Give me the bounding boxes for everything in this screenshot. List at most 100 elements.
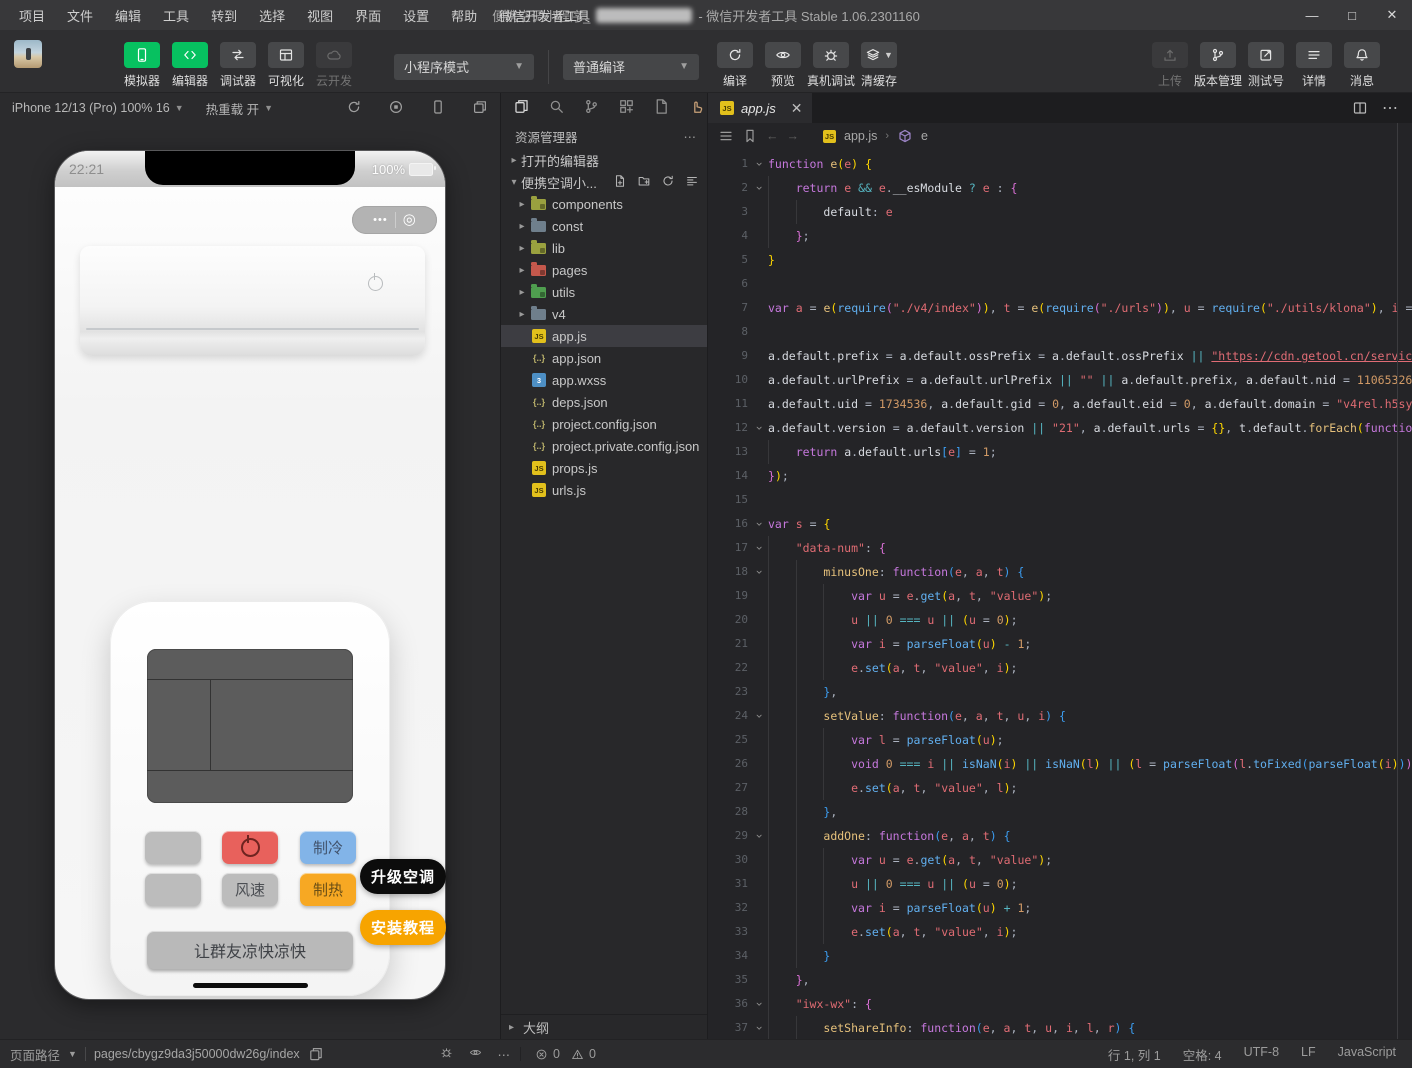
toolbar-button-模拟器[interactable]: 模拟器 bbox=[118, 33, 166, 89]
fold-chevron-icon[interactable]: › bbox=[751, 992, 768, 1016]
bookmark-icon[interactable] bbox=[742, 128, 758, 144]
code-line[interactable]: 16›var s = { bbox=[708, 512, 1412, 536]
search-icon[interactable] bbox=[548, 98, 566, 118]
code-line[interactable]: 32 var i = parseFloat(u) + 1; bbox=[708, 896, 1412, 920]
float-button-安装教程[interactable]: 安装教程 bbox=[360, 910, 446, 945]
menu-item[interactable]: 文件 bbox=[58, 3, 102, 28]
toolbar-button-调试器[interactable]: 调试器 bbox=[214, 33, 262, 89]
mini-program-mode-select[interactable]: 小程序模式▼ bbox=[394, 54, 534, 80]
code-line[interactable]: 12›a.default.version = a.default.version… bbox=[708, 416, 1412, 440]
code-line[interactable]: 20 u || 0 === u || (u = 0); bbox=[708, 608, 1412, 632]
tree-folder-pages[interactable]: ▸pages bbox=[501, 259, 707, 281]
code-line[interactable]: 6 bbox=[708, 272, 1412, 296]
code-line[interactable]: 3 default: e bbox=[708, 200, 1412, 224]
page-path-label[interactable]: 页面路径 bbox=[10, 1045, 60, 1064]
toolbar-button-编辑器[interactable]: 编辑器 bbox=[166, 33, 214, 89]
close-button[interactable]: ✕ bbox=[1372, 0, 1412, 30]
menu-item[interactable]: 设置 bbox=[394, 3, 438, 28]
new-folder-icon[interactable] bbox=[637, 174, 651, 191]
code-line[interactable]: 4 }; bbox=[708, 224, 1412, 248]
compile-mode-select[interactable]: 普通编译▼ bbox=[563, 54, 699, 80]
toolbar-button-可视化[interactable]: 可视化 bbox=[262, 33, 310, 89]
collapse-icon[interactable] bbox=[685, 174, 699, 191]
fold-chevron-icon[interactable]: › bbox=[751, 824, 768, 848]
fold-chevron-icon[interactable]: › bbox=[751, 512, 768, 536]
code-line[interactable]: 33 e.set(a, t, "value", i); bbox=[708, 920, 1412, 944]
code-line[interactable]: 5} bbox=[708, 248, 1412, 272]
code-line[interactable]: 11a.default.uid = 1734536, a.default.gid… bbox=[708, 392, 1412, 416]
more-icon[interactable]: ⋯ bbox=[1382, 98, 1398, 118]
tree-folder-utils[interactable]: ▸utils bbox=[501, 281, 707, 303]
multiwindow-icon[interactable] bbox=[472, 99, 488, 118]
code-line[interactable]: 14}); bbox=[708, 464, 1412, 488]
code-line[interactable]: 17› "data-num": { bbox=[708, 536, 1412, 560]
code-line[interactable]: 37› setShareInfo: function(e, a, t, u, i… bbox=[708, 1016, 1412, 1039]
fold-chevron-icon[interactable]: › bbox=[751, 152, 768, 176]
fold-chevron-icon[interactable]: › bbox=[751, 536, 768, 560]
close-icon[interactable]: ✕ bbox=[791, 100, 803, 117]
code-line[interactable]: 8 bbox=[708, 320, 1412, 344]
tab-app-js[interactable]: JS app.js ✕ bbox=[708, 93, 812, 123]
rotate-icon[interactable] bbox=[346, 99, 362, 118]
menu-item[interactable]: 界面 bbox=[346, 3, 390, 28]
menu-item[interactable]: 帮助 bbox=[442, 3, 486, 28]
encoding[interactable]: UTF-8 bbox=[1244, 1045, 1279, 1064]
code-line[interactable]: 15 bbox=[708, 488, 1412, 512]
hand-icon[interactable] bbox=[688, 98, 706, 118]
mini-program-capsule[interactable]: ••• ◎ bbox=[352, 206, 437, 234]
problems-indicator[interactable]: 0 0 bbox=[520, 1047, 741, 1061]
remote-button[interactable]: 风速 bbox=[222, 873, 278, 906]
doc-icon[interactable] bbox=[653, 98, 671, 118]
device-icon[interactable] bbox=[430, 99, 446, 118]
tree-file-project.private.config.json[interactable]: {..}project.private.config.json bbox=[501, 435, 707, 457]
toolbar-button-版本管理[interactable]: 版本管理 bbox=[1194, 33, 1242, 89]
toolbar-button-详情[interactable]: 详情 bbox=[1290, 33, 1338, 89]
tree-folder-components[interactable]: ▸components bbox=[501, 193, 707, 215]
nav-forward-icon[interactable]: → bbox=[787, 129, 800, 143]
menu-item[interactable]: 转到 bbox=[202, 3, 246, 28]
code-line[interactable]: 35 }, bbox=[708, 968, 1412, 992]
menu-item[interactable]: 编辑 bbox=[106, 3, 150, 28]
eol-setting[interactable]: LF bbox=[1301, 1045, 1316, 1064]
remote-power-button[interactable] bbox=[222, 831, 278, 864]
code-line[interactable]: 10a.default.urlPrefix = a.default.urlPre… bbox=[708, 368, 1412, 392]
cursor-position[interactable]: 行 1, 列 1 bbox=[1108, 1045, 1161, 1064]
breadcrumb-symbol[interactable]: e bbox=[921, 129, 928, 143]
menu-item[interactable]: 工具 bbox=[154, 3, 198, 28]
code-line[interactable]: 24› setValue: function(e, a, t, u, i) { bbox=[708, 704, 1412, 728]
tree-file-urls.js[interactable]: JSurls.js bbox=[501, 479, 707, 501]
code-area[interactable]: 1›function e(e) {2› return e && e.__esMo… bbox=[708, 149, 1412, 1039]
tree-file-app.wxss[interactable]: 3app.wxss bbox=[501, 369, 707, 391]
fold-chevron-icon[interactable]: › bbox=[751, 560, 768, 584]
tree-file-app.js[interactable]: JSapp.js bbox=[501, 325, 707, 347]
section-project-root[interactable]: ▾便携空调小... bbox=[501, 171, 707, 193]
fold-chevron-icon[interactable]: › bbox=[751, 416, 768, 440]
toolbar-button-预览[interactable]: 预览 bbox=[759, 33, 807, 89]
toolbar-button-测试号[interactable]: 测试号 bbox=[1242, 33, 1290, 89]
code-line[interactable]: 9a.default.prefix = a.default.ossPrefix … bbox=[708, 344, 1412, 368]
more-icon[interactable]: ⋯ bbox=[498, 1047, 511, 1062]
code-line[interactable]: 19 var u = e.get(a, t, "value"); bbox=[708, 584, 1412, 608]
refresh-icon[interactable] bbox=[661, 174, 675, 191]
breadcrumb-file[interactable]: app.js bbox=[844, 129, 877, 143]
menu-item[interactable]: 视图 bbox=[298, 3, 342, 28]
git-icon[interactable] bbox=[583, 98, 601, 118]
editor-scrollbar[interactable] bbox=[1397, 123, 1412, 1039]
copy-icon[interactable] bbox=[308, 1046, 324, 1062]
remote-button[interactable]: 制热 bbox=[300, 873, 356, 906]
fold-chevron-icon[interactable]: › bbox=[751, 1016, 768, 1039]
language-mode[interactable]: JavaScript bbox=[1338, 1045, 1396, 1064]
toolbar-button-真机调试[interactable]: 真机调试 bbox=[807, 33, 855, 89]
code-line[interactable]: 27 e.set(a, t, "value", l); bbox=[708, 776, 1412, 800]
code-line[interactable]: 18› minusOne: function(e, a, t) { bbox=[708, 560, 1412, 584]
minimize-button[interactable]: — bbox=[1292, 0, 1332, 30]
remote-blank-button[interactable] bbox=[145, 873, 201, 906]
remote-blank-button[interactable] bbox=[145, 831, 201, 864]
remote-button[interactable]: 制冷 bbox=[300, 831, 356, 864]
toolbar-button-编译[interactable]: 编译 bbox=[711, 33, 759, 89]
menu-item[interactable]: 项目 bbox=[10, 3, 54, 28]
menu-item[interactable]: 微信开发者工具 bbox=[490, 3, 599, 28]
files-icon[interactable] bbox=[513, 98, 531, 118]
code-line[interactable]: 31 u || 0 === u || (u = 0); bbox=[708, 872, 1412, 896]
more-icon[interactable]: ⋯ bbox=[684, 129, 698, 144]
